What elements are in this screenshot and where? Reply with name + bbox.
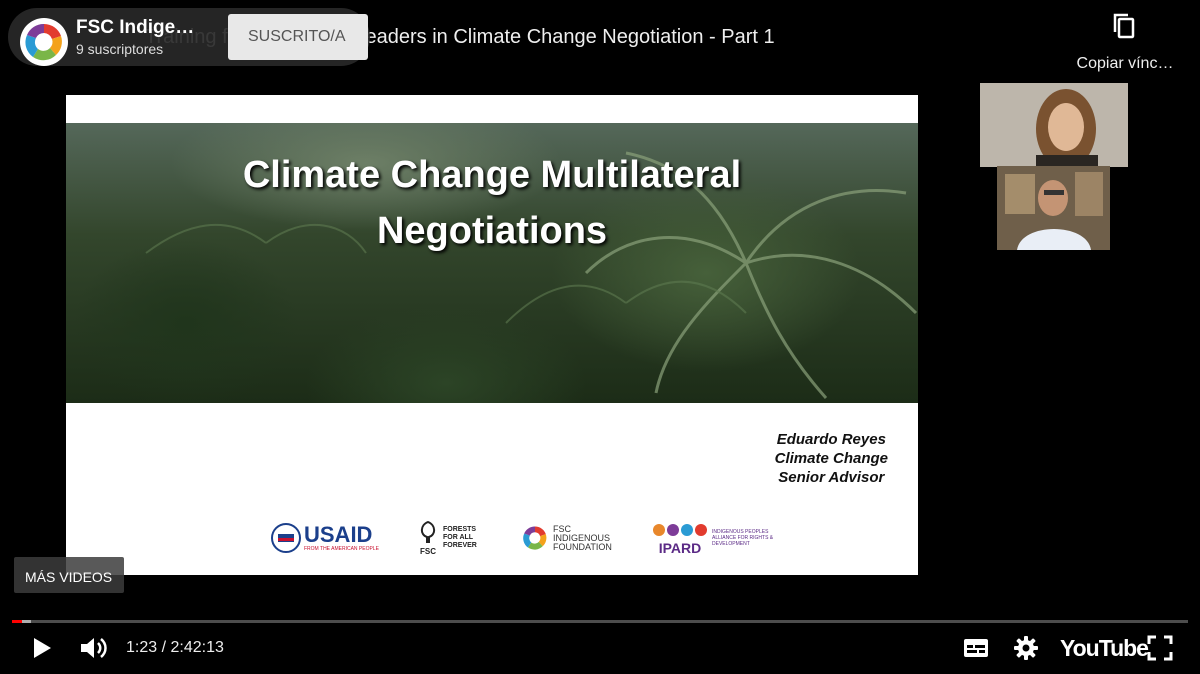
presentation-slide: Climate Change Multilateral Negotiations… — [66, 95, 918, 575]
channel-avatar[interactable] — [20, 18, 68, 66]
ipard-figures-icon — [653, 523, 707, 536]
fullscreen-icon — [1147, 635, 1173, 661]
progress-bar[interactable] — [12, 620, 1188, 623]
slide-title-line1: Climate Change Multilateral — [242, 154, 742, 196]
fsc-wordmark: FSC — [420, 546, 436, 556]
youtube-logo-button[interactable]: YouTube — [1060, 630, 1149, 666]
fsc-tagline: FORESTS FOR ALL FOREVER — [443, 526, 477, 549]
channel-card: FSC Indige… 9 suscriptores SUSCRITO/A — [8, 8, 370, 66]
time-display: 1:23 / 2:42:13 — [126, 639, 224, 656]
presenter-info: Eduardo Reyes Climate Change Senior Advi… — [775, 430, 888, 487]
more-videos-button[interactable]: MÁS VIDEOS — [14, 557, 124, 593]
volume-button[interactable] — [78, 630, 110, 666]
fsc-if-icon — [523, 526, 547, 550]
participant-woman-image — [980, 83, 1128, 167]
fsc-if-line3: FOUNDATION — [553, 541, 612, 552]
participant-video-woman — [980, 83, 1128, 167]
presenter-role-line2: Senior Advisor — [778, 469, 885, 486]
settings-button[interactable] — [1012, 630, 1040, 666]
sponsor-logos: USAID FROM THE AMERICAN PEOPLE FSC FORES… — [66, 520, 918, 556]
slide-title: Climate Change Multilateral Negotiations — [66, 147, 918, 259]
usaid-tagline: FROM THE AMERICAN PEOPLE — [304, 546, 379, 552]
fullscreen-button[interactable] — [1146, 630, 1174, 666]
participant-video-man — [997, 166, 1110, 250]
copy-icon — [1113, 13, 1135, 39]
copy-link-button[interactable]: Copiar vínc… — [1070, 12, 1180, 73]
ipard-tagline: INDIGENOUS PEOPLES ALLIANCE FOR RIGHTS &… — [712, 529, 774, 547]
fsc-logo-icon — [24, 22, 64, 62]
settings-gear-icon — [1014, 636, 1038, 660]
channel-name[interactable]: FSC Indige… — [76, 17, 194, 39]
fsc-forests-logo: FSC FORESTS FOR ALL FOREVER — [416, 520, 483, 556]
subtitles-button[interactable] — [961, 630, 991, 666]
volume-icon — [81, 638, 107, 658]
subscribe-button[interactable]: SUSCRITO/A — [228, 14, 368, 60]
play-icon — [34, 638, 51, 658]
ipard-logo: IPARD INDIGENOUS PEOPLES ALLIANCE FOR RI… — [651, 520, 778, 556]
presenter-role-line1: Climate Change — [774, 450, 888, 467]
subscriber-count: 9 suscriptores — [76, 41, 164, 57]
usaid-logo: USAID FROM THE AMERICAN PEOPLE — [271, 520, 379, 556]
presenter-name: Eduardo Reyes — [776, 431, 886, 448]
usaid-seal-icon — [271, 523, 301, 553]
participant-man-image — [997, 166, 1110, 250]
fsc-indigenous-foundation-logo: FSC INDIGENOUS FOUNDATION — [521, 520, 612, 556]
slide-title-line2: Negotiations — [376, 210, 608, 252]
youtube-wordmark: YouTube — [1060, 634, 1149, 661]
progress-played — [12, 620, 22, 623]
fsc-tree-icon — [420, 520, 436, 543]
play-button[interactable] — [26, 630, 56, 666]
usaid-wordmark: USAID — [304, 522, 373, 547]
ipard-wordmark: IPARD — [658, 539, 702, 556]
subtitles-icon — [964, 639, 988, 657]
copy-link-label: Copiar vínc… — [1076, 55, 1174, 72]
